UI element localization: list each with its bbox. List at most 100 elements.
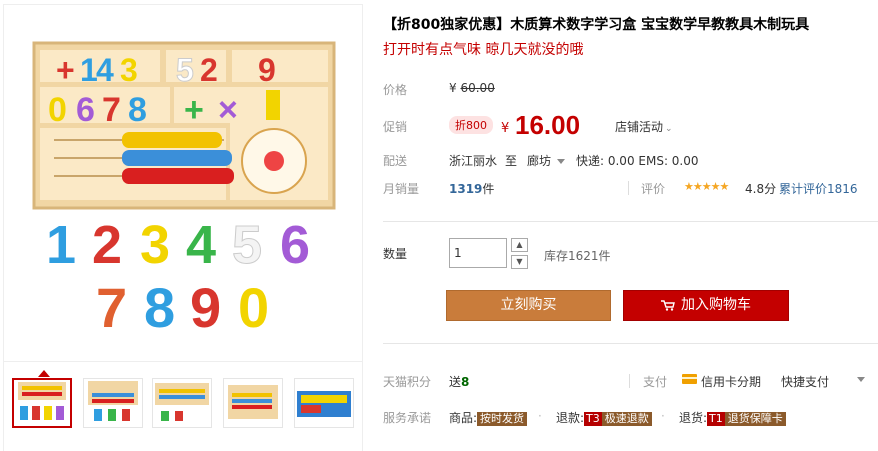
credit-card-icon: [682, 374, 697, 384]
points-label: 天猫积分: [383, 375, 432, 389]
service-refund-badge: T3: [584, 412, 602, 426]
product-info: 【折800独家优惠】木质算术数字学习盒 宝宝数学早教教具木制玩具 打开时有点气味…: [383, 0, 878, 451]
rating-score: 4.8分: [745, 182, 777, 196]
svg-text:0: 0: [238, 276, 269, 339]
svg-text:7: 7: [96, 276, 127, 339]
destination-city: 廊坊: [527, 154, 552, 168]
svg-text:2: 2: [200, 52, 218, 88]
separator-dot: ·: [661, 409, 665, 423]
divider: [629, 374, 630, 388]
service-refund-label: 退款:: [556, 411, 585, 425]
store-activity-label: 店铺活动: [615, 120, 664, 134]
price-row: 价格 ¥ 60.00: [383, 81, 878, 97]
divider-line: [383, 221, 878, 222]
store-activity-dropdown[interactable]: 店铺活动 ⌄: [615, 118, 673, 135]
promo-label: 促销: [383, 120, 408, 134]
shipping-row: 配送 浙江丽水 至 廊坊 快递: 0.00 EMS: 0.00: [383, 152, 878, 168]
service-return-badge: T1: [707, 412, 725, 426]
stock-count: 库存1621件: [544, 249, 611, 263]
monthly-sales: 1319件: [449, 180, 494, 197]
svg-text:3: 3: [140, 215, 170, 275]
original-price: ¥ 60.00: [449, 81, 495, 95]
service-return-tag: 退货保障卡: [724, 412, 786, 426]
svg-text:4: 4: [186, 215, 216, 275]
quantity-label: 数量: [383, 247, 408, 261]
pay-dropdown-caret-icon[interactable]: [857, 377, 865, 382]
abacus-beads: [122, 132, 234, 184]
ship-from: 浙江丽水: [449, 154, 498, 168]
points-number: 8: [461, 375, 470, 389]
product-gallery: + 1 4 3 5 2 9 0 6 7 8 + × 1 2 3 4 5 6 7 …: [3, 4, 363, 451]
svg-text:9: 9: [190, 276, 221, 339]
chevron-down-icon: ⌄: [665, 124, 673, 134]
points-value: 送8: [449, 373, 469, 390]
svg-text:6: 6: [280, 215, 310, 275]
rating-stars-icon: ★★★★★: [684, 180, 729, 193]
sales-row: 月销量 1319件 评价 ★★★★★ 4.8分 累计评价1816: [383, 180, 878, 196]
svg-text:8: 8: [128, 91, 147, 129]
divider-line: [383, 343, 878, 344]
service-goods-label: 商品:: [449, 411, 478, 425]
quantity-increase-button[interactable]: ▲: [511, 238, 528, 252]
thumbnail-3[interactable]: [152, 378, 212, 428]
price-label: 价格: [383, 83, 408, 97]
svg-text:3: 3: [120, 52, 138, 88]
cumulative-reviews-link[interactable]: 累计评价1816: [779, 180, 858, 197]
svg-text:5: 5: [176, 52, 194, 88]
quantity-decrease-button[interactable]: ▼: [511, 255, 528, 269]
service-row: 服务承诺 商品: 按时发货 · 退款: T3 极速退款 · 退货: T1 退货保障卡: [383, 409, 878, 426]
svg-text:+: +: [184, 91, 204, 129]
svg-text:2: 2: [92, 215, 122, 275]
service-refund[interactable]: 退款: T3 极速退款: [556, 409, 652, 426]
svg-text:×: ×: [218, 91, 238, 129]
thumbnail-strip: [4, 361, 362, 451]
rating-label: 评价: [641, 182, 666, 196]
svg-text:8: 8: [144, 276, 175, 339]
svg-text:6: 6: [76, 91, 95, 129]
product-subtitle: 打开时有点气味 晾几天就没的哦: [383, 42, 584, 58]
caret-down-icon: [557, 159, 566, 164]
svg-text:4: 4: [96, 52, 114, 88]
service-goods[interactable]: 商品: 按时发货: [449, 409, 528, 426]
monthly-sales-unit: 件: [482, 182, 495, 196]
installment-option[interactable]: 信用卡分期: [701, 373, 761, 390]
product-photo: + 1 4 3 5 2 9 0 6 7 8 + × 1 2 3 4 5 6 7 …: [32, 41, 336, 339]
promo-currency: ¥: [501, 121, 510, 136]
destination-selector[interactable]: 廊坊: [527, 152, 566, 169]
svg-text:7: 7: [102, 91, 121, 129]
promo-price: 16.00: [515, 110, 581, 140]
shipping-label: 配送: [383, 154, 408, 168]
service-refund-tag: 极速退款: [601, 412, 652, 426]
shipping-fee: 快递: 0.00 EMS: 0.00: [576, 154, 699, 168]
quickpay-option[interactable]: 快捷支付: [781, 373, 829, 390]
service-return[interactable]: 退货: T1 退货保障卡: [679, 409, 786, 426]
svg-text:1: 1: [46, 215, 76, 275]
service-return-label: 退货:: [679, 411, 708, 425]
quantity-input[interactable]: [449, 238, 507, 268]
monthly-sales-count: 1319: [449, 182, 483, 196]
service-goods-tag: 按时发货: [477, 412, 528, 426]
add-to-cart-button[interactable]: 加入购物车: [623, 290, 789, 321]
promo-row: 促销 折800 ¥ 16.00 店铺活动 ⌄: [383, 110, 878, 140]
thumbnail-1[interactable]: [12, 378, 72, 428]
pay-label: 支付: [643, 375, 668, 389]
product-title[interactable]: 【折800独家优惠】木质算术数字学习盒 宝宝数学早教教具木制玩具: [383, 14, 809, 34]
thumbnail-4[interactable]: [223, 378, 283, 428]
points-prefix: 送: [449, 375, 462, 389]
thumbnail-5[interactable]: [294, 378, 354, 428]
svg-text:5: 5: [232, 215, 262, 275]
ship-to-word: 至: [505, 154, 518, 168]
add-to-cart-label: 加入购物车: [681, 297, 751, 313]
points-row: 天猫积分 送8 支付 信用卡分期 快捷支付: [383, 373, 878, 389]
promo-badge: 折800: [449, 116, 493, 134]
svg-text:+: +: [56, 52, 75, 88]
divider: [628, 181, 629, 195]
thumbnail-2[interactable]: [83, 378, 143, 428]
buy-now-button[interactable]: 立刻购买: [446, 290, 611, 321]
sales-label: 月销量: [383, 182, 420, 196]
svg-text:0: 0: [48, 91, 67, 129]
service-label: 服务承诺: [383, 411, 432, 425]
svg-text:9: 9: [258, 52, 276, 88]
main-product-image[interactable]: + 1 4 3 5 2 9 0 6 7 8 + × 1 2 3 4 5 6 7 …: [4, 5, 362, 357]
cart-icon: [661, 299, 675, 311]
